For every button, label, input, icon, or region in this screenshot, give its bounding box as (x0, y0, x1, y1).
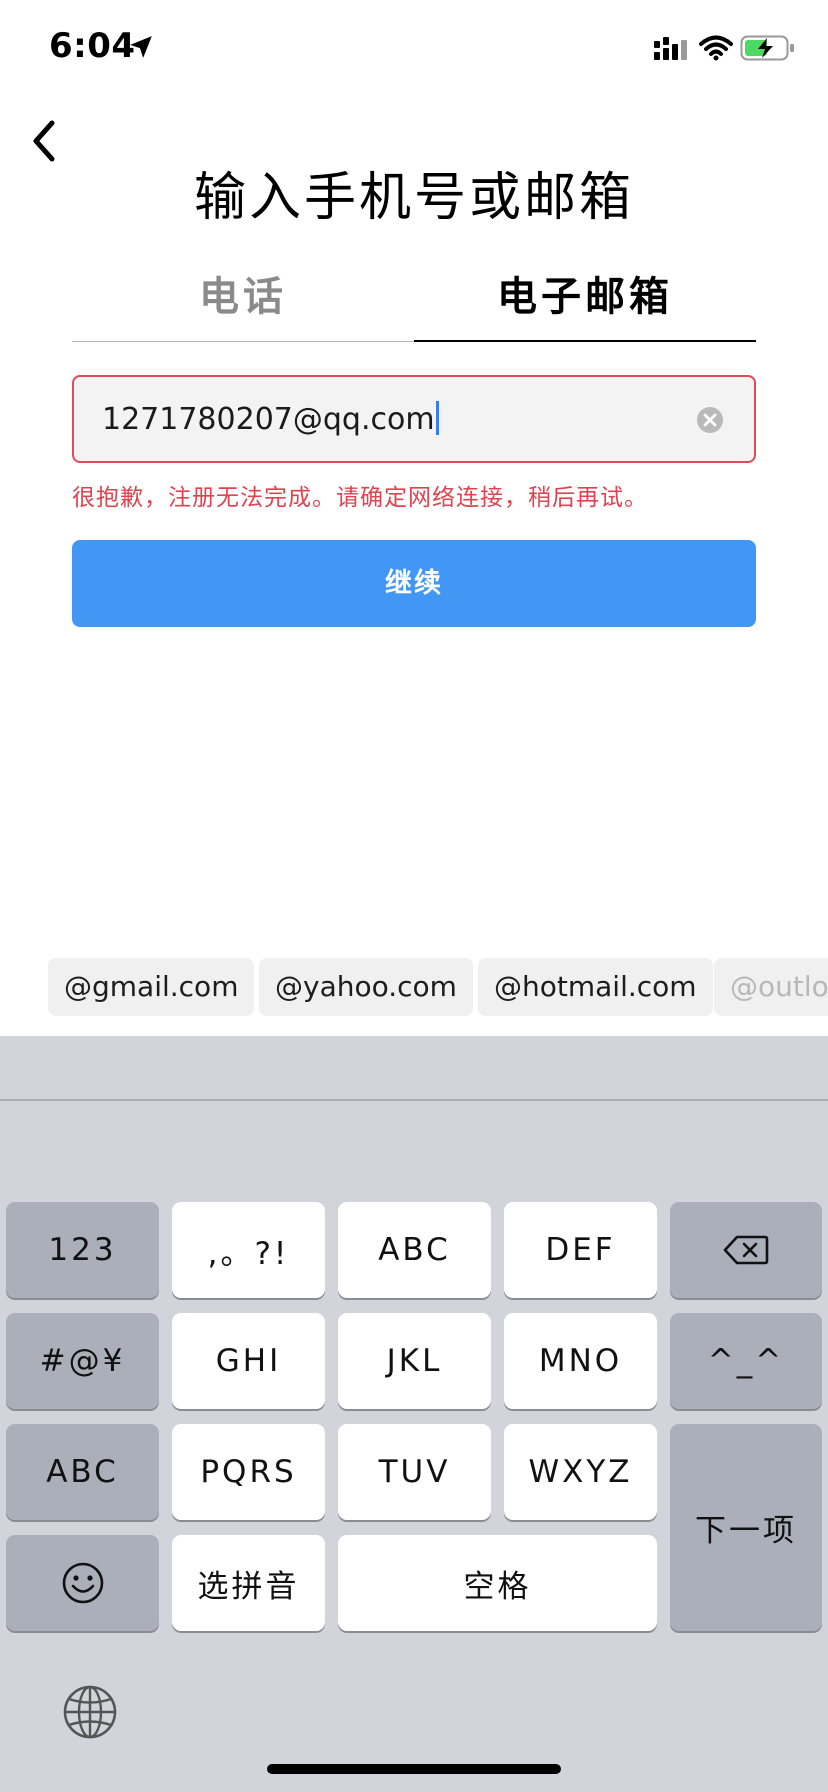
location-arrow-icon (130, 36, 152, 58)
key-emoji[interactable] (6, 1535, 159, 1631)
key-next[interactable]: 下一项 (670, 1424, 822, 1631)
key-delete[interactable] (670, 1202, 822, 1298)
keyboard-candidate-divider (0, 1099, 828, 1101)
key-switch-abc[interactable]: ABC (6, 1424, 159, 1520)
key-wxyz[interactable]: WXYZ (504, 1424, 657, 1520)
key-space[interactable]: 空格 (338, 1535, 657, 1631)
continue-button[interactable]: 继续 (72, 540, 756, 627)
keyboard: 123 ,。?! ABC DEF #@¥ GHI JKL MNO ^_^ ABC… (0, 1036, 828, 1792)
battery-charging-icon (740, 35, 794, 61)
emoji-face-icon (62, 1562, 103, 1604)
key-def[interactable]: DEF (504, 1202, 657, 1298)
tab-email[interactable]: 电子邮箱 (414, 262, 756, 342)
suggestion-chip-gmail[interactable]: @gmail.com (48, 958, 255, 1016)
home-indicator[interactable] (267, 1764, 561, 1774)
domain-suggestions: @gmail.com @yahoo.com @hotmail.com @outl… (0, 958, 828, 1018)
tab-bar: 电话 电子邮箱 (72, 262, 756, 342)
backspace-icon (723, 1235, 769, 1265)
error-message: 很抱歉，注册无法完成。请确定网络连接，稍后再试。 (72, 485, 648, 511)
tab-phone[interactable]: 电话 (72, 262, 414, 342)
key-symbols[interactable]: #@¥ (6, 1313, 159, 1409)
status-bar: 6:04 (0, 0, 828, 100)
key-pqrs[interactable]: PQRS (172, 1424, 325, 1520)
text-caret (435, 401, 439, 435)
suggestion-chip-outlook[interactable]: @outlo (714, 958, 828, 1016)
key-jkl[interactable]: JKL (338, 1313, 491, 1409)
suggestion-chip-hotmail[interactable]: @hotmail.com (478, 958, 713, 1016)
wifi-icon (699, 35, 733, 61)
key-ghi[interactable]: GHI (172, 1313, 325, 1409)
key-tuv[interactable]: TUV (338, 1424, 491, 1520)
email-field[interactable]: 1271780207@qq.com (72, 375, 756, 463)
key-abc[interactable]: ABC (338, 1202, 491, 1298)
globe-icon[interactable] (62, 1684, 118, 1740)
status-time: 6:04 (49, 26, 136, 66)
page-title: 输入手机号或邮箱 (193, 168, 634, 228)
key-emoticon[interactable]: ^_^ (670, 1313, 822, 1409)
email-field-value: 1271780207@qq.com (102, 401, 439, 437)
key-punctuation[interactable]: ,。?! (172, 1202, 325, 1298)
key-mno[interactable]: MNO (504, 1313, 657, 1409)
key-select-pinyin[interactable]: 选拼音 (172, 1535, 325, 1631)
clear-icon[interactable] (696, 406, 724, 434)
cellular-signal-icon (654, 37, 687, 60)
suggestion-chip-yahoo[interactable]: @yahoo.com (259, 958, 473, 1016)
key-123[interactable]: 123 (6, 1202, 159, 1298)
